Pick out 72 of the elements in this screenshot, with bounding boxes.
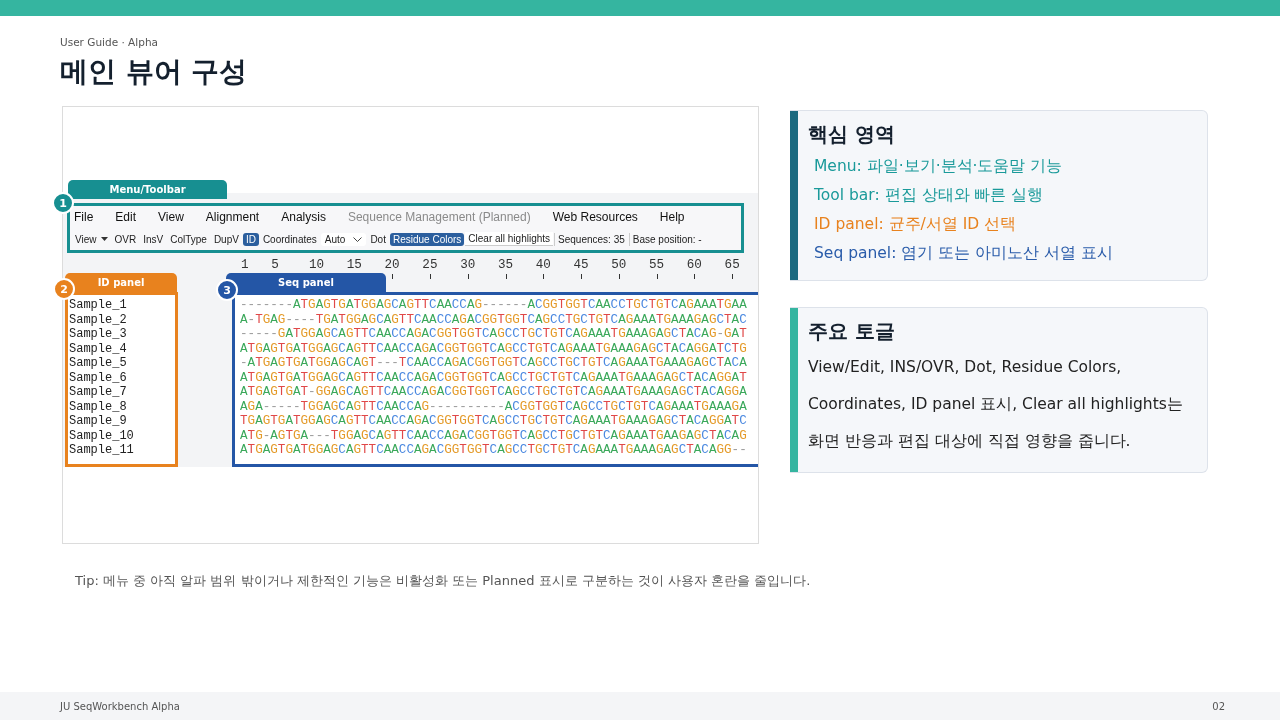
toggle-button[interactable]: ColType	[167, 232, 210, 246]
toolbar-label: Coordinates	[261, 232, 318, 246]
footer-product-name: JU SeqWorkbench Alpha	[60, 700, 180, 712]
callout-label: Menu/Toolbar	[68, 180, 227, 199]
sequence-row: ATG-AGTGA---TGGAGCAGTTCAACCAGACGGTGGTCAGCCTGCTGTCAGAAATGAAGAGCTACAG	[240, 428, 747, 443]
sequence-id[interactable]: Sample_5	[69, 356, 175, 371]
sequence-row: -------ATGAGTGATGGAGCAGTTCAACCAG------ACGGTGGTCAACCTGCTGTCAGAAATGAA	[240, 298, 747, 313]
coordinates-select[interactable]: Auto	[320, 232, 367, 246]
ruler-number: 5	[271, 259, 280, 272]
toggle-button[interactable]: OVR	[111, 232, 140, 246]
ruler-number: 25	[422, 259, 439, 272]
sequence-row: ATGAGTGATGGAGCAGTTCAACCAGACGGTGGTCAGCCTGCTGTCAGAAATGAAAGAGCTACAGG--	[240, 443, 747, 458]
menu-item[interactable]: Web Resources	[548, 210, 656, 224]
toggle-button[interactable]: Dot	[367, 232, 389, 246]
sequence-row: ATGAGTGATGGAGCAGTTCAACCAGACGGTGGTCAGCCTGTCAGAAATGAAAGAGCTACAGGATCTG	[240, 341, 747, 356]
sequence-id[interactable]: Sample_2	[69, 312, 175, 327]
ruler-number: 20	[384, 259, 401, 272]
slide-title: 메인 뷰어 구성	[60, 54, 249, 90]
sequence-row: AGA-----TGGAGCAGTTCAACCAG----------ACGGTGGTCAGCCTGCTGTCAGAAATGAAAGA	[240, 399, 747, 414]
page-number: 02	[1212, 700, 1225, 712]
status-text: Sequences: 35	[554, 232, 628, 246]
card-title: 핵심 영역	[808, 121, 896, 148]
status-text: Base position: -	[628, 232, 705, 246]
ruler-number: 30	[460, 259, 477, 272]
card-paragraph: View/Edit, INS/OVR, Dot, Residue Colors, Coordinates, ID panel 표시, Clear all highlights는 화면 반응과 편집 대상에 직접 영향을 줍니다.	[808, 357, 1184, 452]
card-list-item: ID panel: 균주/서열 ID 선택	[813, 214, 1018, 235]
tip-text: Tip: 메뉴 중 아직 알파 범위 밖이거나 제한적인 기능은 비활성화 또는 Planned 표시로 구분하는 것이 사용자 혼란을 줄입니다.	[75, 572, 812, 590]
toggle-button[interactable]: ID	[242, 232, 259, 246]
sequence-id[interactable]: Sample_11	[69, 443, 175, 458]
ruler-number: 55	[649, 259, 666, 272]
sequence-id[interactable]: Sample_4	[69, 341, 175, 356]
card-list-item: Menu: 파일·보기·분석·도움말 기능	[813, 156, 1064, 177]
menu-item[interactable]: View	[154, 210, 202, 224]
ruler-number: 60	[686, 259, 703, 272]
view-dropdown[interactable]: View	[72, 232, 111, 246]
sequence-id[interactable]: Sample_8	[69, 399, 175, 414]
sequence-id[interactable]: Sample_10	[69, 428, 175, 443]
ruler-number: 15	[346, 259, 363, 272]
sequence-id[interactable]: Sample_3	[69, 327, 175, 342]
card-list-item: Tool bar: 편집 상태와 빠른 실행	[813, 185, 1045, 206]
toggle-button[interactable]: DupV	[210, 232, 242, 246]
callout-number: 1	[52, 192, 74, 214]
card-title: 주요 토글	[808, 318, 896, 345]
caret-icon	[100, 237, 108, 241]
eyebrow-text: User Guide · Alpha	[60, 36, 159, 48]
ruler-number: 1	[241, 259, 250, 272]
sequence-row: ATGAGTGATGGAGCAGTTCAACCAGACGGTGGTCAGCCTGCTGTCAGAAATGAAAGAGCTACAGGAT	[240, 370, 747, 385]
sequence-id[interactable]: Sample_9	[69, 414, 175, 429]
menu-item[interactable]: Analysis	[277, 210, 344, 224]
chevron-icon	[353, 236, 363, 242]
ruler-number: 65	[724, 259, 740, 272]
sequence-id[interactable]: Sample_7	[69, 385, 175, 400]
menu-item[interactable]: Alignment	[201, 210, 278, 224]
ruler-number: 45	[573, 259, 590, 272]
sequence-row: -----GATGGAGCAGTTCAACCAGACGGTGGTCAGCCTGCTGTCAGAAATGAAAGAGCTACAG-GAT	[240, 327, 747, 342]
menu-item[interactable]: Help	[655, 210, 703, 224]
sequence-row: TGAGTGATGGAGCAGTTCAACCAGACGGTGGTCAGCCTGCTGTCAGAAATGAAAGAGCTACAGGATC	[240, 414, 747, 429]
sequence-id[interactable]: Sample_6	[69, 370, 175, 385]
ruler-number: 10	[309, 259, 326, 272]
sequence-row: A-TGAG----TGATGGAGCAGTTCAACCAGACGGTGGTCAGCCTGCTGTCAGAAATGAAAGAGCTAC	[240, 312, 747, 327]
card-list-item: Seq panel: 염기 또는 아미노산 서열 표시	[813, 243, 1113, 264]
ruler-number: 35	[497, 259, 515, 272]
ruler-number: 40	[535, 259, 552, 272]
toggle-button[interactable]: Residue Colors	[389, 232, 465, 246]
callout-number: 2	[53, 278, 75, 300]
sequence-row: -ATGAGTGATGGAGCAGT---TCAACCAGACGGTGGTCAGCCTGCTGTCAGAAATGAAAGAGCTACA	[240, 356, 747, 371]
sequence-row: ATGAGTGAT-GGAGCAGTTCAACCAGACGGTGGTCAGCCTGCTGTCAGAAATGAAAGAGCTACAGGA	[240, 385, 747, 400]
toggle-button[interactable]: InsV	[140, 232, 167, 246]
ruler-number: 50	[611, 259, 628, 272]
sequence-id[interactable]: Sample_1	[69, 298, 175, 313]
menu-item[interactable]: Edit	[111, 210, 155, 224]
clear-highlights-button[interactable]: Clear all highlights	[465, 232, 554, 246]
